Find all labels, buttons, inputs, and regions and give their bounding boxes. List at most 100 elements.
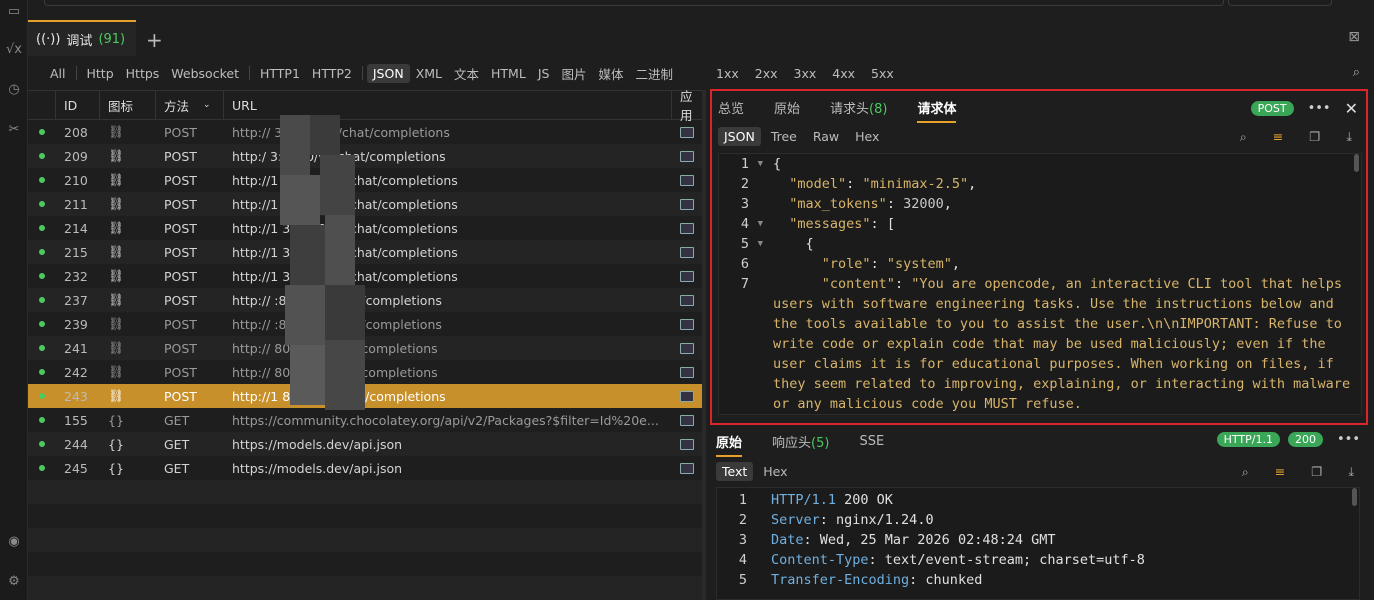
more-icon[interactable]: •••	[1337, 432, 1360, 447]
filter-http2[interactable]: HTTP2	[306, 64, 358, 83]
line-number: 7	[740, 276, 749, 292]
tab-request-headers-label: 请求头	[830, 101, 870, 117]
row-url: https://community.chocolatey.org/api/v2/…	[232, 412, 659, 428]
table-row[interactable]: 210 ⛓ POST http://1 3:8080/v1/chat/completi…	[28, 168, 702, 192]
scrollbar[interactable]	[1352, 488, 1357, 506]
tab-response-headers[interactable]: 响应头(5)	[772, 432, 829, 451]
response-line: HTTP/1.1 200 OK	[771, 492, 893, 508]
response-editor[interactable]: 1 2 3 4 5 HTTP/1.1 200 OK Server: nginx/1…	[716, 487, 1360, 600]
close-icon[interactable]: ✕	[1345, 99, 1358, 118]
row-id: 242	[64, 364, 88, 380]
filter-https[interactable]: Https	[120, 64, 166, 83]
function-icon[interactable]: √x	[2, 40, 26, 60]
filter-js[interactable]: JS	[532, 64, 556, 83]
download-icon[interactable]: ⤓	[1342, 462, 1360, 482]
header-method[interactable]: 方法 ⌄	[156, 91, 224, 119]
view-tree[interactable]: Tree	[765, 127, 803, 146]
wrap-icon[interactable]: ≡	[1269, 462, 1291, 482]
filter-1xx[interactable]: 1xx	[708, 64, 747, 83]
user-icon[interactable]: ◉	[2, 532, 26, 552]
table-row[interactable]: 237 ⛓ POST http:// :8080/v1/chat/completion…	[28, 288, 702, 312]
filter-5xx[interactable]: 5xx	[863, 64, 902, 83]
filter-http[interactable]: Http	[81, 64, 120, 83]
wrap-icon[interactable]: ≡	[1267, 127, 1289, 147]
header-icon[interactable]: 图标	[100, 91, 156, 119]
request-panel: 总览 原始 请求头(8) 请求体 POST ••• ✕ JSON Tree Ra…	[710, 89, 1368, 425]
tab-sse[interactable]: SSE	[859, 434, 884, 449]
table-row[interactable]: 242 ⛓ POST http:// 8080/v1/chat/completions	[28, 360, 702, 384]
json-editor[interactable]: 1 ▼ 2 3 4 ▼ 5 ▼ 6 7 { "model": "minimax-2.5…	[718, 153, 1362, 415]
close-panel-icon[interactable]: ⊠	[1348, 29, 1360, 45]
protocol-badge: HTTP/1.1	[1216, 432, 1280, 447]
tools-icon[interactable]: ✂	[2, 120, 26, 140]
header-url[interactable]: URL	[224, 91, 672, 119]
json-code: { "model": "minimax-2.5", "max_tokens": …	[773, 156, 1359, 412]
add-tab-button[interactable]: +	[146, 28, 163, 52]
tab-raw[interactable]: 原始	[774, 98, 800, 117]
app-icon	[672, 436, 702, 453]
row-method: POST	[164, 292, 197, 308]
table-row[interactable]: 244 {} GET https://models.dev/api.json	[28, 432, 702, 456]
header-id[interactable]: ID	[56, 91, 100, 119]
filter-media[interactable]: 媒体	[592, 62, 629, 85]
left-rail: ▭ √x ◷ ✂ ◉ ⚙	[0, 0, 28, 600]
scrollbar[interactable]	[1354, 154, 1359, 172]
search-icon[interactable]: ⌕	[1353, 65, 1360, 80]
filter-image[interactable]: 图片	[555, 62, 592, 85]
more-icon[interactable]: •••	[1308, 101, 1331, 116]
row-type-icon: ⛓	[108, 172, 124, 187]
filter-http1[interactable]: HTTP1	[254, 64, 306, 83]
table-row[interactable]: 241 ⛓ POST http:// 8080/v1/chat/completions	[28, 336, 702, 360]
top-button[interactable]	[1228, 0, 1332, 6]
row-method: POST	[164, 172, 197, 188]
table-row[interactable]: 239 ⛓ POST http:// :8080/v1/chat/completion…	[28, 312, 702, 336]
tab-count: (91)	[98, 31, 126, 47]
folder-icon[interactable]: ▭	[2, 2, 26, 22]
filter-html[interactable]: HTML	[485, 64, 532, 83]
table-row[interactable]: 245 {} GET https://models.dev/api.json	[28, 456, 702, 480]
download-icon[interactable]: ⤓	[1340, 127, 1358, 147]
table-row[interactable]: 232 ⛓ POST http://1 3:8080/v1/chat/completi…	[28, 264, 702, 288]
top-input[interactable]	[44, 0, 1224, 6]
view-raw[interactable]: Raw	[807, 127, 845, 146]
table-row[interactable]: 155 {} GET https://community.chocolatey.org…	[28, 408, 702, 432]
row-url: http://1 3:8080/v1/chat/completions	[232, 268, 458, 284]
row-id: 215	[64, 244, 88, 260]
view-json[interactable]: JSON	[718, 126, 761, 146]
search-icon[interactable]: ⌕	[1236, 462, 1255, 482]
filter-binary[interactable]: 二进制	[629, 62, 679, 85]
response-tools: ⌕ ≡ ❐ ⤓	[1236, 462, 1360, 482]
view-hex[interactable]: Hex	[757, 462, 793, 481]
panel-splitter[interactable]	[702, 90, 706, 600]
table-row[interactable]: 243 ⛓ POST http://1 8080/v1/chat/completion…	[28, 384, 702, 408]
history-icon[interactable]: ◷	[2, 80, 26, 100]
view-text[interactable]: Text	[716, 461, 754, 481]
filter-3xx[interactable]: 3xx	[786, 64, 825, 83]
filter-json[interactable]: JSON	[366, 63, 410, 83]
table-row[interactable]: 211 ⛓ POST http://1 3:8080/v1/chat/completi…	[28, 192, 702, 216]
filter-text[interactable]: 文本	[448, 62, 485, 85]
app-icon	[672, 268, 702, 285]
tab-overview[interactable]: 总览	[718, 98, 744, 117]
view-hex[interactable]: Hex	[849, 127, 885, 146]
settings-icon[interactable]: ⚙	[2, 572, 26, 592]
filter-all[interactable]: All	[44, 64, 72, 83]
table-row[interactable]: 214 ⛓ POST http://1 3:8080/v1/chat/completi…	[28, 216, 702, 240]
response-tabs: 原始 响应头(5) SSE HTTP/1.1 200 •••	[710, 425, 1368, 457]
tab-request-headers[interactable]: 请求头(8)	[830, 98, 887, 117]
table-row[interactable]: 215 ⛓ POST http://1 3:8080/v1/chat/completi…	[28, 240, 702, 264]
copy-icon[interactable]: ❐	[1305, 462, 1328, 482]
filter-websocket[interactable]: Websocket	[165, 64, 245, 83]
body-tools: ⌕ ≡ ❐ ⤓	[1234, 127, 1358, 147]
tab-request-body[interactable]: 请求体	[917, 98, 957, 123]
filter-xml[interactable]: XML	[410, 64, 448, 83]
copy-icon[interactable]: ❐	[1303, 127, 1326, 147]
header-app[interactable]: 应用	[672, 89, 702, 123]
filter-4xx[interactable]: 4xx	[824, 64, 863, 83]
table-row[interactable]: 209 ⛓ POST http:/ 3:8080/v1/chat/completion…	[28, 144, 702, 168]
tab-debug[interactable]: ((·)) 调试 (91)	[28, 20, 136, 56]
tab-response-raw[interactable]: 原始	[716, 432, 743, 457]
filter-2xx[interactable]: 2xx	[747, 64, 786, 83]
search-icon[interactable]: ⌕	[1234, 127, 1253, 147]
table-row[interactable]: 208 ⛓ POST http:// 3:8080/v1/chat/completio…	[28, 120, 702, 144]
